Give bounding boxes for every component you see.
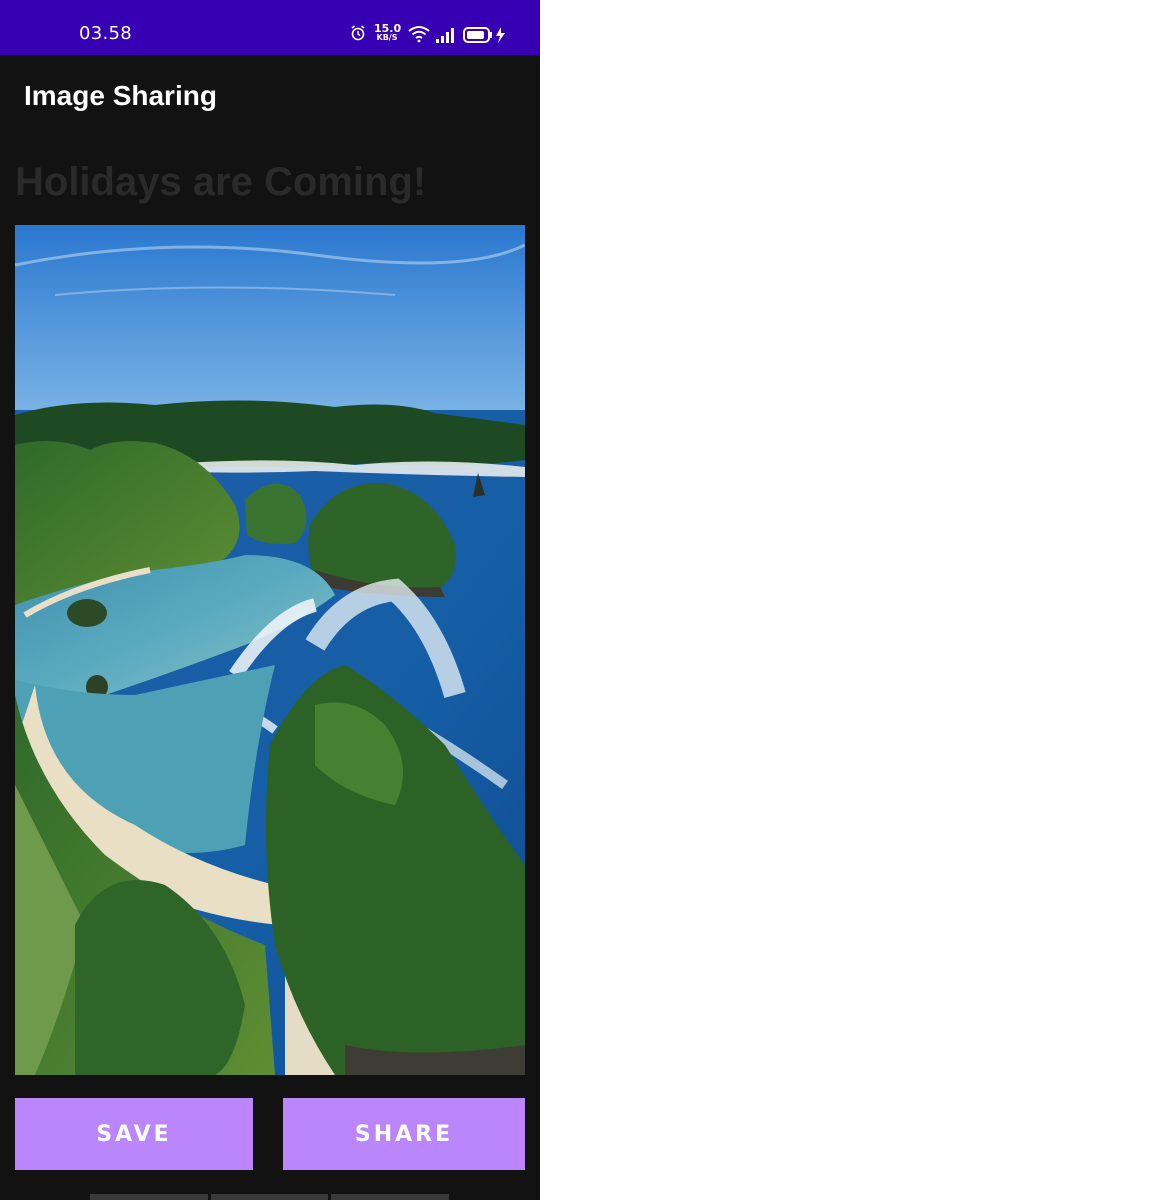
battery-charging-icon — [463, 27, 505, 43]
status-time: 03.58 — [79, 23, 133, 44]
save-button[interactable]: SAVE — [15, 1098, 253, 1170]
share-button[interactable]: SHARE — [283, 1098, 525, 1170]
wifi-icon — [408, 26, 430, 43]
nav-bar-segment — [331, 1194, 449, 1200]
nav-bar-segment — [90, 1194, 208, 1200]
headline-text: Holidays are Coming! — [15, 160, 427, 204]
network-speed: 15.0 KB/S — [374, 23, 401, 42]
nav-bar-segment — [211, 1194, 328, 1200]
alarm-icon — [351, 25, 365, 41]
status-bar: 03.58 15.0 KB/S — [0, 0, 540, 55]
app-title: Image Sharing — [24, 80, 217, 111]
signal-icon — [436, 28, 454, 43]
phone-screen: 03.58 15.0 KB/S Image Sharing Holidays a… — [0, 0, 540, 1200]
beach-island-photo — [15, 225, 525, 1075]
net-speed-unit: KB/S — [376, 33, 398, 42]
